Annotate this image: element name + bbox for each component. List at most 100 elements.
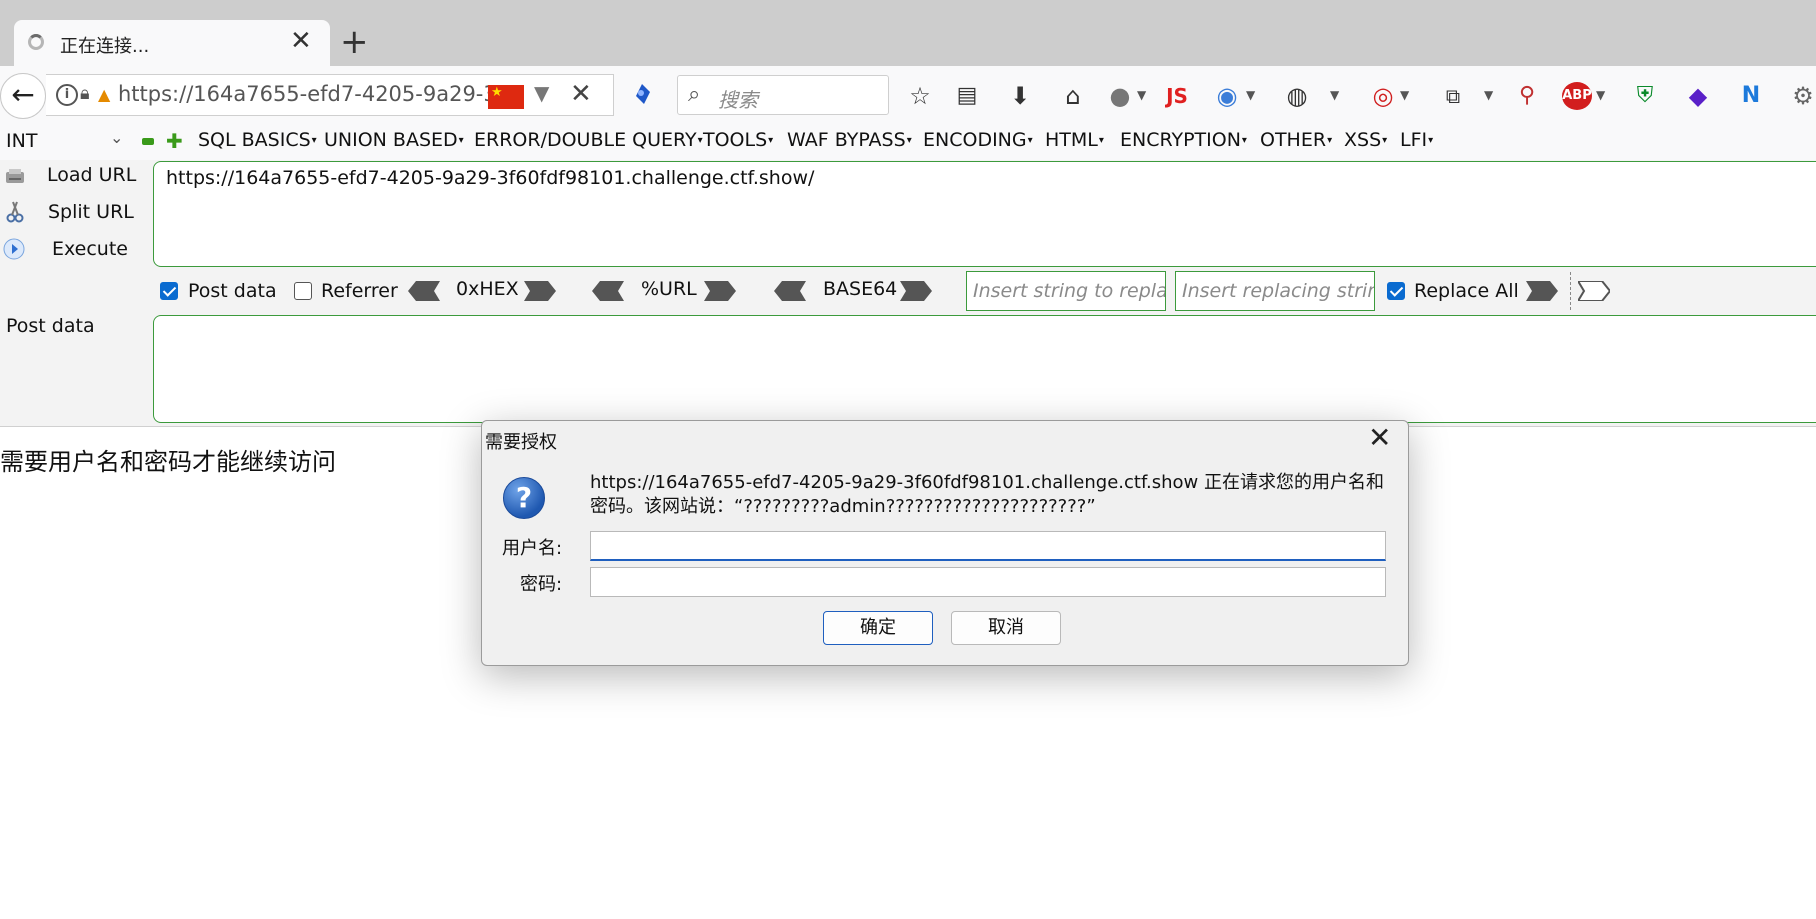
base64-encode-arrow-icon[interactable] [900, 281, 932, 301]
settings-icon[interactable]: ⚙ [1790, 80, 1816, 112]
wappalyzer-icon[interactable]: N [1738, 80, 1764, 112]
search-input[interactable]: ⌕ 搜索 [677, 75, 889, 115]
menu-tools[interactable]: TOOLS▾ [703, 129, 773, 151]
menu-encryption[interactable]: ENCRYPTION▾ [1120, 129, 1247, 151]
plus-icon[interactable]: ✚ [166, 131, 183, 151]
adblock-dropdown-icon[interactable]: ▼ [1596, 88, 1605, 102]
menu-xss[interactable]: XSS▾ [1344, 129, 1387, 151]
star-icon[interactable]: ☆ [905, 80, 935, 112]
auth-dialog: 需要授权 ✕ ? https://164a7655-efd7-4205-9a29… [481, 420, 1409, 666]
url-dropdown-icon[interactable]: ▼ [534, 81, 549, 105]
post-data-textarea[interactable] [153, 315, 1816, 423]
menu-encoding[interactable]: ENCODING▾ [923, 129, 1033, 151]
page-message: 需要用户名和密码才能继续访问 [0, 448, 336, 476]
layers-icon[interactable]: ◆ [1685, 80, 1711, 112]
warning-icon: ▲ [98, 85, 111, 104]
screenshot-dropdown-icon[interactable]: ▼ [1484, 88, 1493, 102]
ok-button[interactable]: 确定 [823, 611, 933, 645]
caret-down-icon: ▾ [768, 135, 774, 146]
menu-label: SQL BASICS [198, 129, 311, 151]
search-placeholder: 搜索 [718, 88, 758, 112]
replacing-string-input[interactable]: Insert replacing string [1175, 271, 1375, 311]
url-text[interactable]: https://164a7655-efd7-4205-9a29-3 [118, 82, 524, 106]
translate-dropdown-icon[interactable]: ▼ [1246, 88, 1255, 102]
question-icon: ? [503, 477, 545, 519]
menu-label: ENCODING [923, 129, 1027, 151]
zoom-icon[interactable]: ⚲ [1512, 80, 1542, 112]
menu-label: ENCRYPTION [1120, 129, 1241, 151]
menu-label: WAF BYPASS [787, 129, 906, 151]
menu-error-double-query[interactable]: ERROR/DOUBLE QUERY▾ [474, 129, 703, 151]
palette-dropdown-icon[interactable]: ▼ [1330, 88, 1339, 102]
tab-close-icon[interactable]: ✕ [290, 26, 312, 56]
caret-down-icon: ▾ [1327, 135, 1333, 146]
url-encode-arrow-icon[interactable] [704, 281, 736, 301]
username-field[interactable] [590, 531, 1386, 561]
post-data-checkbox[interactable] [160, 282, 178, 300]
referrer-checkbox[interactable] [294, 282, 312, 300]
menu-union-based[interactable]: UNION BASED▾ [324, 129, 464, 151]
replace-all-arrow-icon[interactable] [1578, 281, 1610, 301]
url-encode-label: %URL [641, 278, 697, 300]
lock-icon: 🔒︎ [80, 83, 90, 104]
hex-decode-arrow-icon[interactable] [408, 281, 440, 301]
referrer-checkbox-label[interactable]: Referrer [321, 280, 398, 302]
download-icon[interactable]: ⬇ [1005, 80, 1035, 112]
menu-sql-basics[interactable]: SQL BASICS▾ [198, 129, 317, 151]
post-data-checkbox-label[interactable]: Post data [188, 280, 277, 302]
cancel-button[interactable]: 取消 [951, 611, 1061, 645]
home-icon[interactable]: ⌂ [1058, 80, 1088, 112]
blue-extension-icon[interactable] [632, 82, 652, 106]
hex-encode-arrow-icon[interactable] [524, 281, 556, 301]
china-flag-icon: ★ [488, 85, 524, 109]
tab-title: 正在连接... [60, 36, 150, 57]
browser-tab[interactable]: 正在连接... ✕ [14, 20, 330, 66]
menu-lfi[interactable]: LFI▾ [1400, 129, 1433, 151]
fireball-dropdown-icon[interactable]: ▼ [1400, 88, 1409, 102]
new-tab-button[interactable]: + [340, 22, 369, 62]
info-icon[interactable]: i [56, 84, 78, 106]
caret-down-icon: ▾ [1027, 135, 1033, 146]
stop-button[interactable]: ✕ [570, 80, 592, 108]
menu-label: LFI [1400, 129, 1428, 151]
dialog-message: https://164a7655-efd7-4205-9a29-3f60fdf9… [590, 472, 1384, 517]
url-decode-arrow-icon[interactable] [592, 281, 624, 301]
close-icon[interactable]: ✕ [1368, 423, 1391, 453]
execute-button[interactable]: Execute [52, 238, 128, 260]
back-button[interactable]: ← [0, 73, 46, 119]
username-label: 用户名: [502, 538, 563, 559]
loading-spinner-icon [28, 34, 44, 50]
caret-down-icon: ▾ [458, 135, 464, 146]
palette-icon[interactable]: ◍ [1282, 80, 1312, 112]
password-field[interactable] [590, 567, 1386, 597]
menu-label: XSS [1344, 129, 1382, 151]
base64-decode-arrow-icon[interactable] [774, 281, 806, 301]
menu-other[interactable]: OTHER▾ [1260, 129, 1332, 151]
menu-waf-bypass[interactable]: WAF BYPASS▾ [787, 129, 912, 151]
replace-string-input[interactable]: Insert string to replace [966, 271, 1166, 311]
globe-dropdown-icon[interactable]: ▼ [1137, 88, 1146, 102]
globe-icon[interactable]: ● [1105, 80, 1135, 112]
replace-arrow-icon[interactable] [1526, 281, 1558, 301]
shield-w-icon[interactable]: ⛨ [1632, 80, 1658, 112]
fireball-icon[interactable]: ◎ [1368, 80, 1398, 112]
reading-list-icon[interactable]: ▤ [952, 80, 982, 112]
chevron-down-icon[interactable]: ⌄ [110, 128, 123, 147]
split-url-button[interactable]: Split URL [48, 201, 134, 223]
url-textarea[interactable]: https://164a7655-efd7-4205-9a29-3f60fdf9… [153, 161, 1816, 267]
load-url-button[interactable]: Load URL [47, 164, 136, 186]
screenshot-icon[interactable]: ⧉ [1438, 80, 1468, 112]
divider [1570, 272, 1571, 310]
replace-all-label[interactable]: Replace All [1414, 280, 1519, 302]
minus-icon[interactable] [142, 138, 154, 145]
hex-label: 0xHEX [456, 278, 519, 300]
replace-all-checkbox[interactable] [1387, 282, 1405, 300]
url-bar[interactable]: i 🔒︎ ▲ https://164a7655-efd7-4205-9a29-3… [46, 74, 614, 116]
caret-down-icon: ▾ [1428, 135, 1434, 146]
menu-html[interactable]: HTML▾ [1045, 129, 1104, 151]
caret-down-icon: ▾ [311, 135, 317, 146]
caret-down-icon: ▾ [697, 135, 703, 146]
translate-icon[interactable]: ◉ [1212, 80, 1242, 112]
js-icon[interactable]: JS [1160, 80, 1194, 112]
adblock-icon[interactable]: ABP [1562, 82, 1592, 110]
